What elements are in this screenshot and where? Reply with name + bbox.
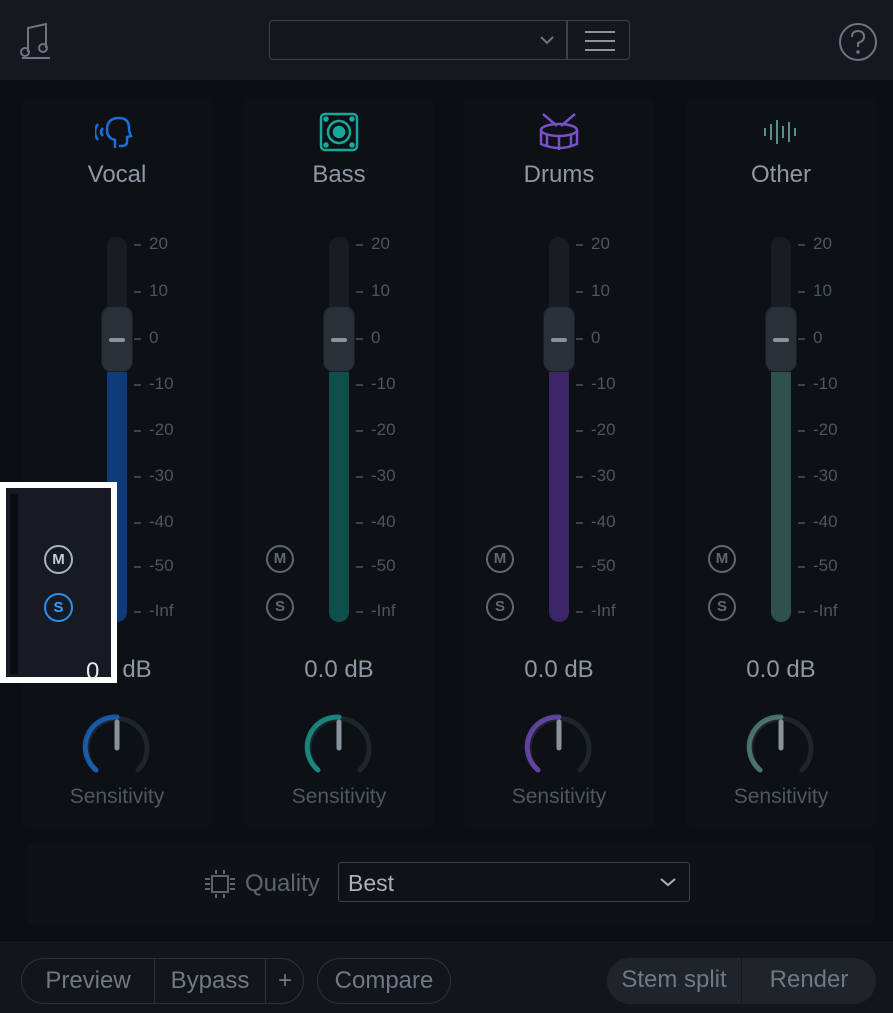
fader-fill	[549, 372, 569, 622]
scale-tick: -30	[356, 466, 396, 486]
scale-tick: -40	[356, 512, 396, 532]
gain-readout[interactable]: 0.0 dB	[269, 656, 409, 684]
quality-dropdown[interactable]: Best	[338, 862, 690, 902]
scale-tick: -50	[134, 556, 174, 576]
scale-tick: -10	[356, 374, 396, 394]
scale-tick: -40	[134, 512, 174, 532]
chip-icon	[205, 870, 235, 898]
waveform-icon	[764, 120, 796, 144]
gain-readout[interactable]: 0.0 dB	[489, 656, 629, 684]
scale-tick: -10	[576, 374, 616, 394]
chevron-down-icon	[540, 36, 554, 45]
other-solo-button[interactable]: S	[708, 593, 736, 621]
drums-mute-button[interactable]: M	[486, 545, 514, 573]
scale-tick: -40	[798, 512, 838, 532]
chevron-down-icon	[660, 878, 676, 887]
scale-tick: 20	[356, 234, 390, 254]
gain-readout[interactable]: 0.0 dB	[711, 656, 851, 684]
drum-icon	[539, 113, 579, 150]
fader-handle[interactable]	[543, 306, 575, 372]
fader-track[interactable]	[329, 237, 349, 622]
bass-mute-button[interactable]: M	[266, 545, 294, 573]
highlight-strip	[10, 494, 18, 674]
scale-tick: -Inf	[798, 601, 838, 621]
scale-tick: 0	[798, 328, 822, 348]
other-mute-button[interactable]: M	[708, 545, 736, 573]
scale-tick: -Inf	[356, 601, 396, 621]
highlight-box	[0, 482, 117, 683]
stem-split-button[interactable]: Stem split	[607, 958, 741, 1002]
compare-group: Compare	[317, 958, 451, 1004]
music-note-icon[interactable]	[20, 20, 56, 60]
scale-tick: -Inf	[134, 601, 174, 621]
menu-button[interactable]	[567, 20, 630, 60]
add-button[interactable]: +	[266, 959, 304, 1003]
fader-track[interactable]	[771, 237, 791, 622]
scale-tick: 20	[798, 234, 832, 254]
fader-fill	[771, 372, 791, 622]
stem-name: Vocal	[87, 161, 147, 188]
scale-tick: -30	[576, 466, 616, 486]
compare-button[interactable]: Compare	[318, 959, 450, 1003]
scale-tick: 10	[798, 281, 832, 301]
scale-tick: -Inf	[576, 601, 616, 621]
stem-name: Drums	[523, 161, 595, 188]
fader-fill	[329, 372, 349, 622]
scale-tick: 0	[134, 328, 158, 348]
vocal-solo-button[interactable]: S	[44, 593, 73, 622]
scale-tick: 20	[134, 234, 168, 254]
scale-tick: 0	[576, 328, 600, 348]
vocal-head-icon	[95, 116, 133, 148]
sensitivity-label: Sensitivity	[69, 785, 165, 808]
sensitivity-knob[interactable]	[304, 712, 374, 782]
question-mark-icon[interactable]	[838, 22, 878, 62]
sensitivity-label: Sensitivity	[291, 785, 387, 808]
scale-tick: -10	[798, 374, 838, 394]
scale-tick: -50	[798, 556, 838, 576]
scale-tick: 20	[576, 234, 610, 254]
quality-value: Best	[348, 870, 395, 896]
scale-tick: -20	[356, 420, 396, 440]
scale-tick: -50	[576, 556, 616, 576]
bypass-button[interactable]: Bypass	[155, 959, 265, 1003]
render-group: Stem split Render	[607, 958, 876, 1004]
scale-tick: 10	[356, 281, 390, 301]
preset-dropdown[interactable]	[269, 20, 567, 60]
sensitivity-label: Sensitivity	[511, 785, 607, 808]
scale-tick: -20	[798, 420, 838, 440]
scale-tick: -40	[576, 512, 616, 532]
bass-solo-button[interactable]: S	[266, 593, 294, 621]
fader-handle[interactable]	[101, 306, 133, 372]
scale-tick: 0	[356, 328, 380, 348]
sensitivity-label: Sensitivity	[733, 785, 829, 808]
stem-name: Bass	[312, 161, 366, 188]
preview-bypass-group: Preview Bypass +	[21, 958, 304, 1004]
stem-name: Other	[750, 161, 812, 188]
scale-tick: -50	[356, 556, 396, 576]
preview-button[interactable]: Preview	[22, 959, 154, 1003]
fader-track[interactable]	[549, 237, 569, 622]
scale-tick: -30	[134, 466, 174, 486]
fader-handle[interactable]	[765, 306, 797, 372]
hamburger-icon	[585, 31, 615, 51]
scale-tick: -10	[134, 374, 174, 394]
scale-tick: -30	[798, 466, 838, 486]
vocal-db-partial: 0	[86, 658, 100, 685]
drums-solo-button[interactable]: S	[486, 593, 514, 621]
scale-tick: 10	[134, 281, 168, 301]
sensitivity-knob[interactable]	[746, 712, 816, 782]
speaker-icon	[319, 112, 359, 152]
vocal-mute-button[interactable]: M	[44, 545, 73, 574]
quality-label: Quality	[245, 870, 320, 897]
fader-handle[interactable]	[323, 306, 355, 372]
scale-tick: -20	[576, 420, 616, 440]
scale-tick: 10	[576, 281, 610, 301]
render-button[interactable]: Render	[742, 958, 876, 1002]
scale-tick: -20	[134, 420, 174, 440]
sensitivity-knob[interactable]	[82, 712, 152, 782]
sensitivity-knob[interactable]	[524, 712, 594, 782]
